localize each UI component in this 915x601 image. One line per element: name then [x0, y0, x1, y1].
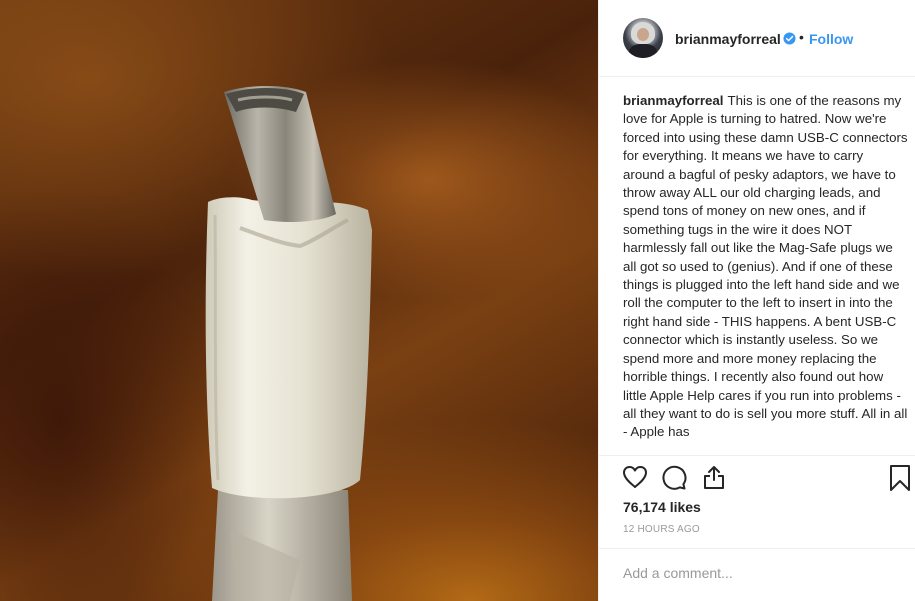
separator-dot: • [799, 29, 804, 45]
verified-badge-icon [783, 32, 796, 45]
post-caption: brianmayforreal This is one of the reason… [623, 92, 908, 452]
bookmark-icon[interactable] [889, 464, 911, 492]
post-timestamp[interactable]: 12 HOURS AGO [623, 524, 700, 535]
caption-username-link[interactable]: brianmayforreal [623, 93, 724, 108]
comment-input[interactable] [623, 563, 893, 583]
comment-section [599, 548, 915, 601]
avatar-face [637, 28, 649, 41]
avatar[interactable] [623, 18, 663, 58]
post-header: brianmayforreal • Follow [599, 0, 915, 77]
action-bar [599, 455, 915, 499]
username-link[interactable]: brianmayforreal [675, 31, 781, 47]
follow-button[interactable]: Follow [809, 31, 853, 47]
share-icon[interactable] [702, 464, 726, 490]
avatar-body [629, 44, 657, 58]
heart-icon[interactable] [622, 465, 648, 489]
caption-text: This is one of the reasons my love for A… [623, 93, 908, 440]
usb-c-cable-photo [205, 86, 372, 601]
post-sidebar: brianmayforreal • Follow brianmayforreal… [598, 0, 915, 601]
post-photo [0, 0, 598, 601]
comment-bubble-icon[interactable] [661, 465, 687, 491]
likes-count[interactable]: 76,174 likes [623, 499, 701, 515]
